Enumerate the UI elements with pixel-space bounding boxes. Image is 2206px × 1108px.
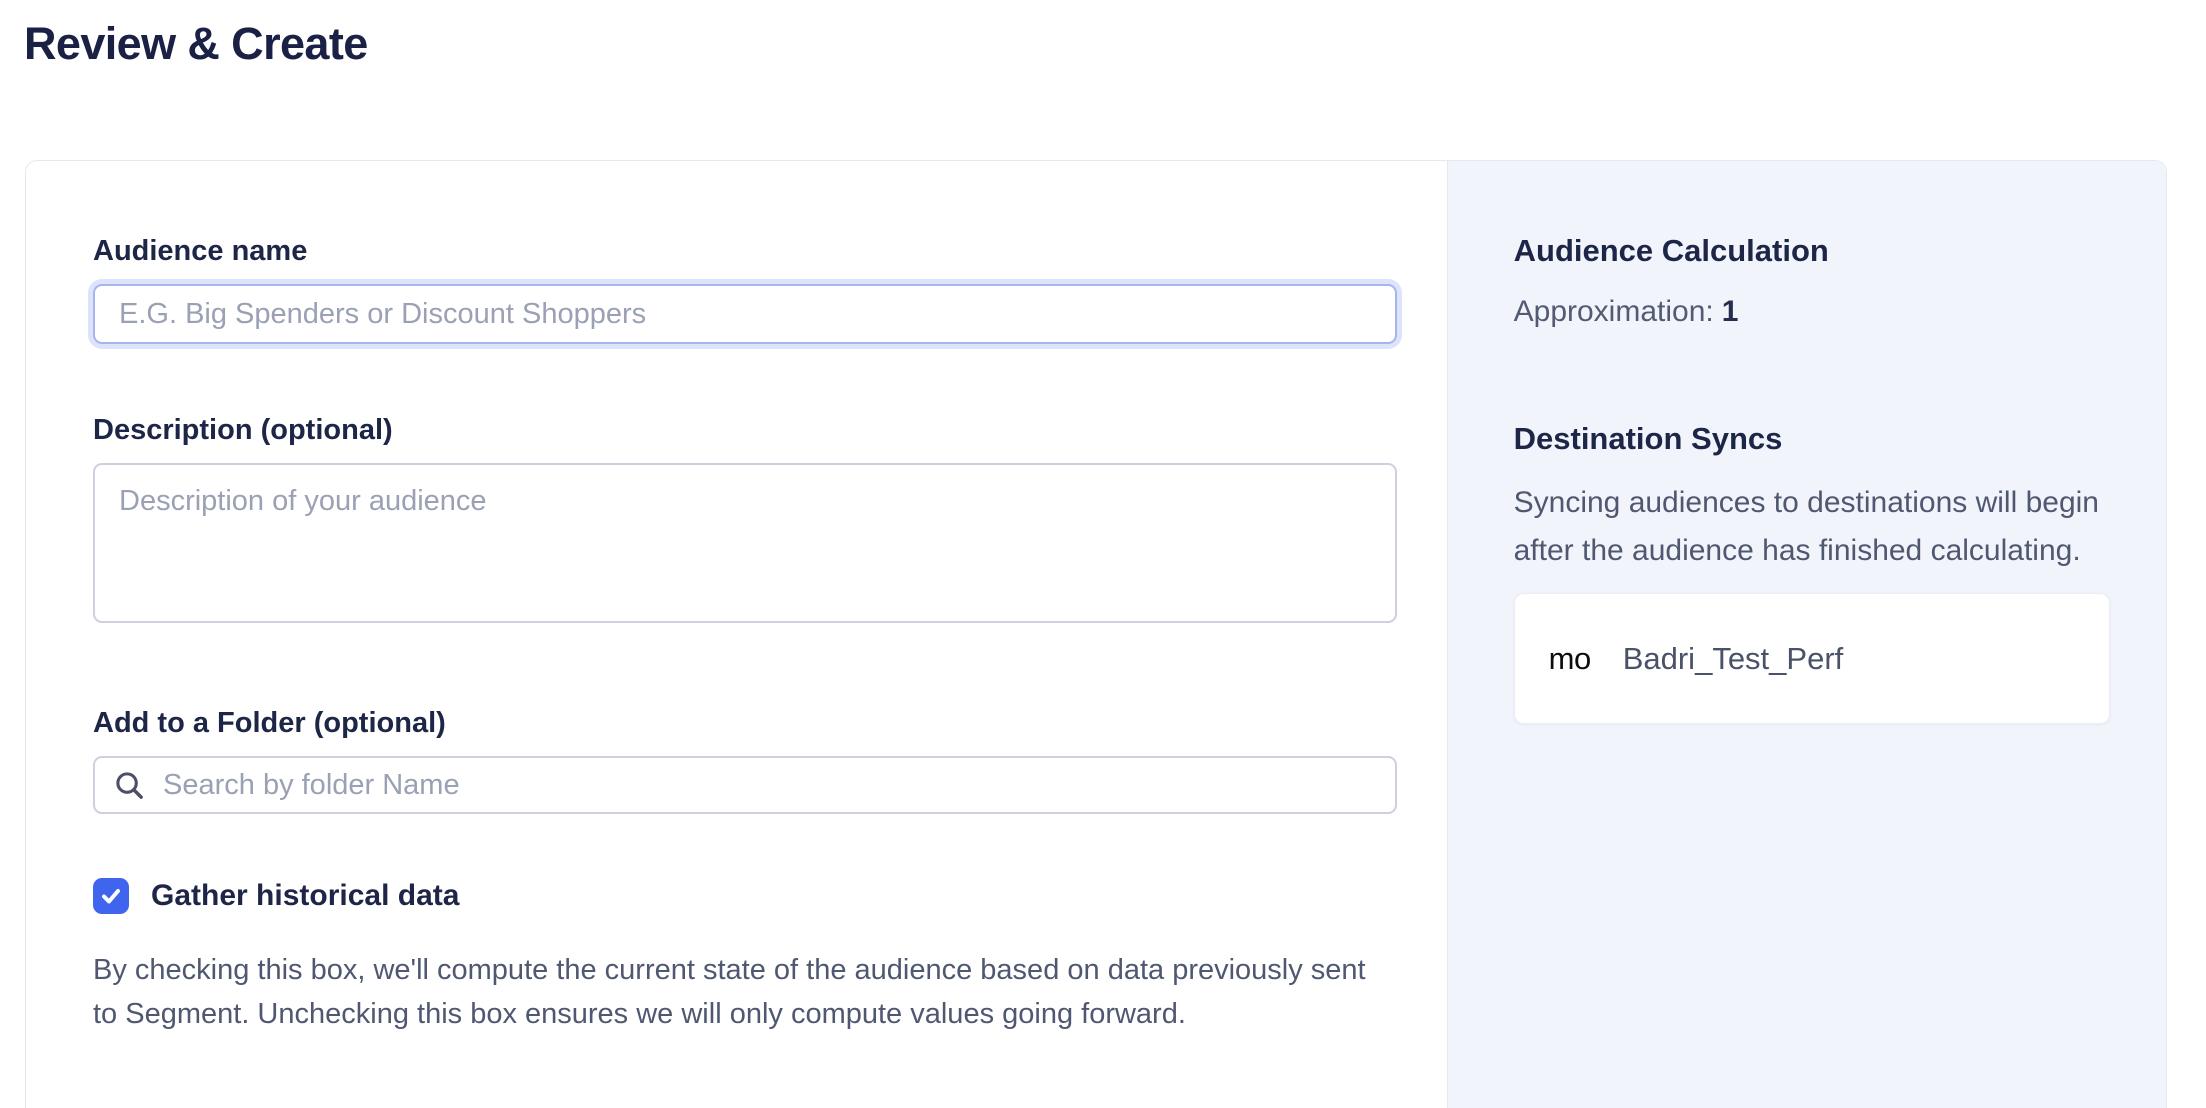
audience-name-input[interactable] bbox=[93, 284, 1397, 344]
audience-calculation-heading: Audience Calculation bbox=[1514, 233, 2110, 269]
destination-syncs-heading: Destination Syncs bbox=[1514, 421, 2110, 457]
description-group: Description (optional) bbox=[93, 414, 1397, 623]
destination-card[interactable]: mo Badri_Test_Perf bbox=[1514, 593, 2110, 724]
folder-search bbox=[93, 756, 1397, 814]
gather-historical-row: Gather historical data bbox=[93, 878, 1397, 914]
description-textarea[interactable] bbox=[93, 463, 1397, 623]
gather-historical-checkbox[interactable] bbox=[93, 878, 129, 914]
approximation-value: 1 bbox=[1722, 295, 1739, 328]
approximation-label: Approximation: bbox=[1514, 295, 1714, 328]
summary-sidebar: Audience Calculation Approximation:1 Des… bbox=[1447, 161, 2166, 1108]
review-create-panel: Audience name Description (optional) Add… bbox=[25, 160, 2167, 1108]
folder-group: Add to a Folder (optional) bbox=[93, 707, 1397, 814]
description-label: Description (optional) bbox=[93, 414, 1397, 447]
destination-name: Badri_Test_Perf bbox=[1623, 641, 1844, 677]
gather-historical-help-text: By checking this box, we'll compute the … bbox=[93, 948, 1397, 1036]
audience-name-group: Audience name bbox=[93, 235, 1397, 344]
audience-name-label: Audience name bbox=[93, 235, 1397, 268]
destination-syncs-description: Syncing audiences to destinations will b… bbox=[1514, 479, 2110, 575]
checkmark-icon bbox=[99, 884, 123, 908]
gather-historical-label[interactable]: Gather historical data bbox=[151, 879, 459, 913]
page-title: Review & Create bbox=[24, 18, 368, 70]
audience-form: Audience name Description (optional) Add… bbox=[26, 161, 1447, 1108]
destination-logo-icon: mo bbox=[1549, 641, 1591, 677]
approximation-row: Approximation:1 bbox=[1514, 295, 2110, 329]
folder-search-input[interactable] bbox=[93, 756, 1397, 814]
folder-label: Add to a Folder (optional) bbox=[93, 707, 1397, 740]
